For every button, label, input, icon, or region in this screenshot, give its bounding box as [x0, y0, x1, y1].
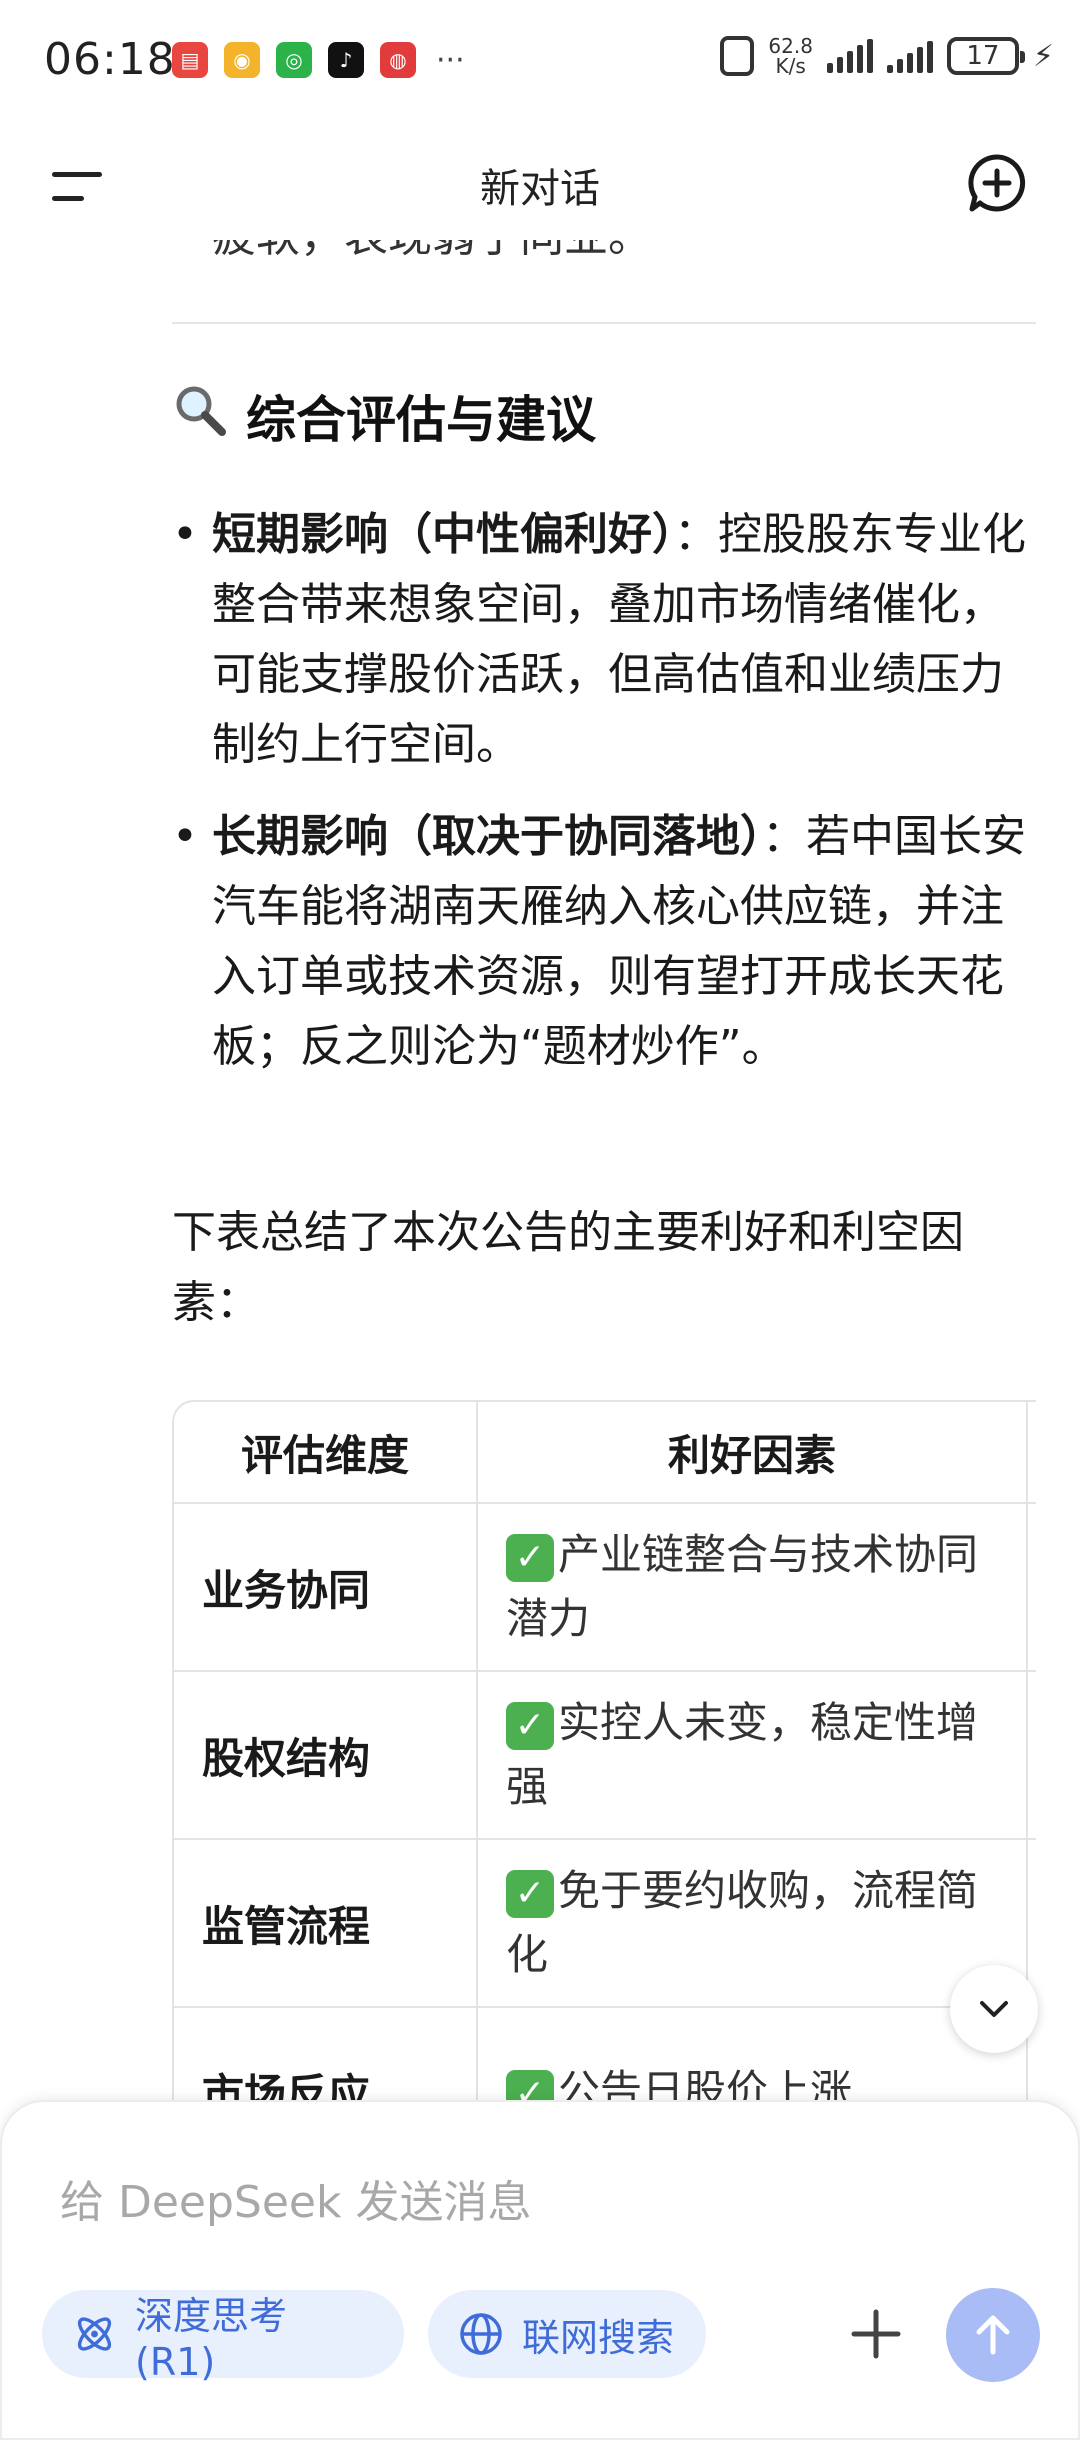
web-search-toggle[interactable]: 联网搜索	[428, 2290, 706, 2378]
table-header	[1028, 1402, 1036, 1504]
netease-music-app-icon: ◍	[380, 42, 416, 78]
atom-icon	[77, 2317, 112, 2351]
check-icon: ✓	[506, 1533, 554, 1582]
wechat-app-icon: ◎	[276, 42, 312, 78]
arrow-up-icon	[976, 2315, 1010, 2355]
table-row: 业务协同 ✓ 产业链整合与技术协同潜力	[174, 1504, 1036, 1672]
bullet-dot: •	[172, 811, 198, 862]
table-cell-dimension: 股权结构	[174, 1672, 478, 1840]
page-title: 新对话	[480, 166, 600, 212]
table-header: 评估维度	[174, 1402, 478, 1504]
summary-text: 下表总结了本次公告的主要利好和利空因素：	[172, 1207, 964, 1328]
plus-icon	[851, 2309, 901, 2359]
battery-level: 17	[966, 41, 1000, 71]
deep-think-toggle[interactable]: 深度思考 (R1)	[42, 2290, 404, 2384]
table-cell	[1028, 1672, 1036, 1840]
signal-icon-2	[886, 39, 933, 73]
deep-think-label: 深度思考 (R1)	[135, 2293, 288, 2384]
section-heading: 综合评估与建议	[172, 380, 596, 452]
list-item: • 长期影响（取决于协同落地）：若中国长安汽车能将湖南天雁纳入核心供应链，并注入…	[172, 802, 1042, 1082]
message-input[interactable]: 给 DeepSeek 发送消息	[60, 2166, 531, 2230]
top-bar: 新对话	[0, 120, 1080, 240]
message-composer: 给 DeepSeek 发送消息 深度思考 (R1) 联网搜索	[0, 2100, 1080, 2440]
status-indicators: 62.8 K/s 17 ⚡	[720, 36, 1054, 76]
table-cell	[1028, 1504, 1036, 1672]
table-row: 市场反应 ✓ 公告日股价上涨	[174, 2008, 1036, 2110]
table-row: 监管流程 ✓ 免于要约收购，流程简化	[174, 1840, 1036, 2008]
divider	[172, 322, 1036, 324]
table-header-row: 评估维度 利好因素	[174, 1402, 1036, 1504]
bullet-bold: 长期影响（取决于协同落地）	[212, 811, 762, 862]
send-button[interactable]	[946, 2288, 1040, 2382]
table-scroll-container[interactable]: 评估维度 利好因素 业务协同 ✓ 产业链整合与技术协同潜力 股权结构 ✓ 实控人未变…	[172, 1400, 1036, 2110]
chat-content[interactable]: 疲软，表现弱于同业。 综合评估与建议 • 短期影响（中性偏利好）：控股股东专业化…	[0, 130, 1080, 2110]
network-speed: 62.8 K/s	[768, 36, 813, 76]
douyin-app-icon: ♪	[328, 42, 364, 78]
huawei-app-icon: ▤	[172, 42, 208, 78]
section-title: 综合评估与建议	[246, 391, 596, 449]
check-icon: ✓	[506, 1869, 554, 1918]
table-cell-positive: ✓ 免于要约收购，流程简化	[478, 1840, 1028, 2008]
notification-icons: ▤ ◉ ◎ ♪ ◍ ···	[172, 42, 465, 78]
bullet-dot: •	[172, 509, 198, 560]
status-bar: 06:18 ▤ ◉ ◎ ♪ ◍ ··· 62.8 K/s 17 ⚡	[0, 0, 1080, 120]
globe-icon	[460, 2313, 502, 2355]
new-chat-button[interactable]	[966, 152, 1028, 214]
battery-icon: 17	[946, 37, 1025, 75]
nfc-icon	[720, 36, 755, 76]
table-cell-dimension: 业务协同	[174, 1504, 478, 1672]
table-cell-positive: ✓ 实控人未变，稳定性增强	[478, 1672, 1028, 1840]
table-row: 股权结构 ✓ 实控人未变，稳定性增强	[174, 1672, 1036, 1840]
more-notifications-icon: ···	[436, 42, 465, 78]
positive-text: 免于要约收购，流程简化	[506, 1866, 979, 1979]
table-cell-positive: ✓ 公告日股价上涨	[478, 2008, 1028, 2110]
weibo-app-icon: ◉	[224, 42, 260, 78]
bullet-list: • 短期影响（中性偏利好）：控股股东专业化整合带来想象空间，叠加市场情绪催化，可…	[172, 500, 1042, 1104]
chevron-down-icon	[980, 2001, 1008, 2017]
positive-text: 实控人未变，稳定性增强	[506, 1698, 979, 1811]
charging-icon: ⚡	[1032, 38, 1054, 74]
table-cell-dimension: 监管流程	[174, 1840, 478, 2008]
new-chat-icon	[968, 154, 1026, 212]
status-time: 06:18	[44, 34, 176, 85]
web-search-label: 联网搜索	[522, 2315, 675, 2360]
magnifier-icon	[172, 382, 228, 450]
scroll-to-bottom-button[interactable]	[950, 1965, 1038, 2053]
attach-button[interactable]	[848, 2306, 904, 2362]
table-cell-positive: ✓ 产业链整合与技术协同潜力	[478, 1504, 1028, 1672]
table-header: 利好因素	[478, 1402, 1028, 1504]
signal-icon	[826, 39, 873, 73]
positive-text: 产业链整合与技术协同潜力	[506, 1530, 979, 1643]
network-speed-value: 62.8	[768, 34, 813, 58]
check-icon: ✓	[506, 1701, 554, 1750]
table-cell-dimension: 市场反应	[174, 2008, 478, 2110]
list-item: • 短期影响（中性偏利好）：控股股东专业化整合带来想象空间，叠加市场情绪催化，可…	[172, 500, 1042, 780]
factors-table: 评估维度 利好因素 业务协同 ✓ 产业链整合与技术协同潜力 股权结构 ✓ 实控人未变…	[172, 1400, 1036, 2110]
bullet-bold: 短期影响（中性偏利好）	[212, 509, 674, 560]
network-speed-unit: K/s	[775, 54, 806, 78]
